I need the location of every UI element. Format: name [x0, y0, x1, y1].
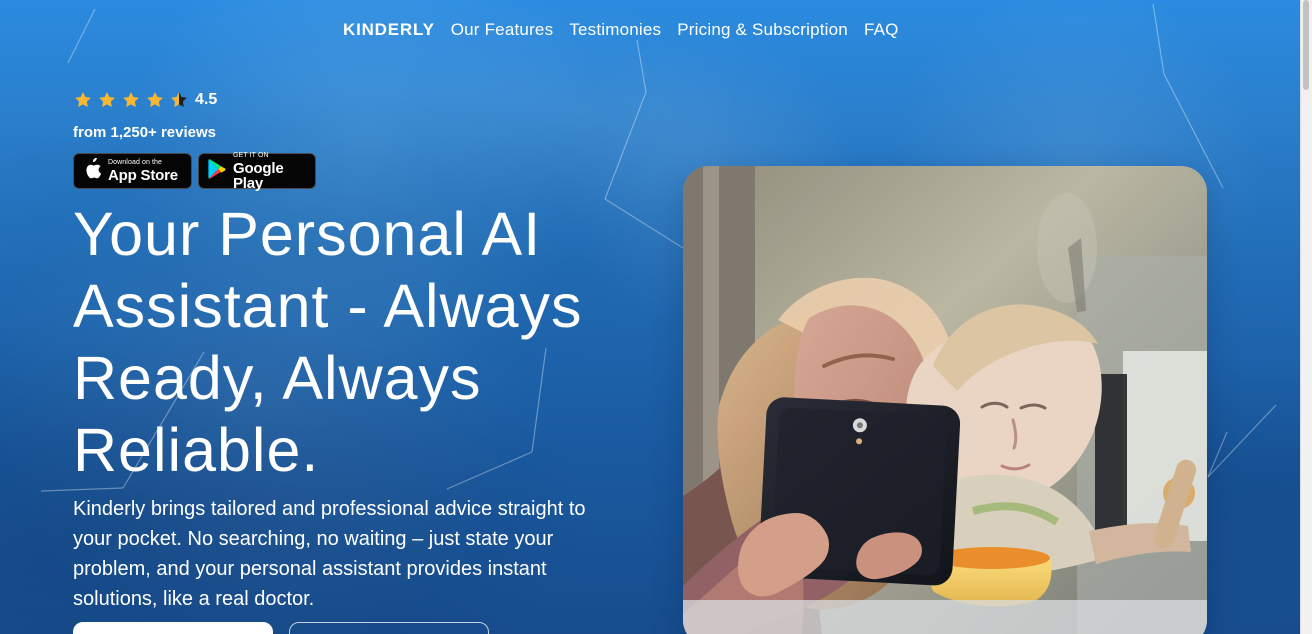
description-line-1: Kinderly brings tailored and professiona…: [73, 498, 586, 520]
app-store-button[interactable]: Download on the App Store: [73, 153, 192, 189]
landing-page: KINDERLY Our Features Testimonies Pricin…: [0, 0, 1312, 634]
top-navigation: KINDERLY Our Features Testimonies Pricin…: [343, 20, 899, 40]
rating-summary: 4.5: [73, 90, 217, 110]
hero-description: Kinderly brings tailored and professiona…: [73, 494, 633, 614]
secondary-action-button[interactable]: [289, 622, 489, 634]
nav-item-pricing-subscription[interactable]: Pricing & Subscription: [677, 20, 848, 40]
headline-line-4: Reliable.: [73, 416, 320, 484]
scrollbar-thumb[interactable]: [1303, 0, 1309, 90]
apple-icon: [82, 157, 102, 185]
primary-action-button[interactable]: [73, 622, 273, 634]
half-star-icon: [169, 90, 189, 110]
headline-line-1: Your Personal AI: [73, 200, 542, 268]
hero-action-buttons: [73, 622, 489, 634]
app-store-small-text: Download on the: [108, 159, 163, 166]
description-line-2: your pocket. No searching, no waiting – …: [73, 528, 554, 550]
google-play-button[interactable]: GET IT ON Google Play: [198, 152, 316, 191]
vertical-scrollbar[interactable]: [1300, 0, 1312, 634]
app-store-buttons: Download on the App Store GET IT ON Goog…: [73, 152, 316, 191]
google-play-icon: [207, 158, 227, 185]
nav-item-faq[interactable]: FAQ: [864, 20, 899, 40]
star-icon: [97, 90, 117, 110]
google-play-big-text: Google Play: [233, 159, 284, 192]
headline-line-3: Ready, Always: [73, 344, 482, 412]
rating-value: 4.5: [195, 91, 218, 108]
star-icon: [73, 90, 93, 110]
brand-link[interactable]: KINDERLY: [343, 20, 435, 40]
star-icon: [145, 90, 165, 110]
google-play-label: GET IT ON Google Play: [233, 152, 307, 191]
star-icon: [121, 90, 141, 110]
app-store-big-text: App Store: [108, 167, 178, 184]
app-store-label: Download on the App Store: [108, 159, 178, 183]
hero-photo: [683, 166, 1207, 634]
headline-line-2: Assistant - Always: [73, 272, 583, 340]
family-phone-illustration: [683, 166, 1207, 634]
nav-item-testimonies[interactable]: Testimonies: [569, 20, 661, 40]
hero-headline: Your Personal AI Assistant - Always Read…: [73, 198, 663, 486]
description-line-3: problem, and your personal assistant pro…: [73, 558, 547, 580]
review-count: from 1,250+ reviews: [73, 124, 217, 141]
google-play-small-text: GET IT ON: [233, 151, 269, 159]
description-line-4: solutions, like a real doctor.: [73, 588, 315, 610]
nav-item-our-features[interactable]: Our Features: [451, 20, 554, 40]
